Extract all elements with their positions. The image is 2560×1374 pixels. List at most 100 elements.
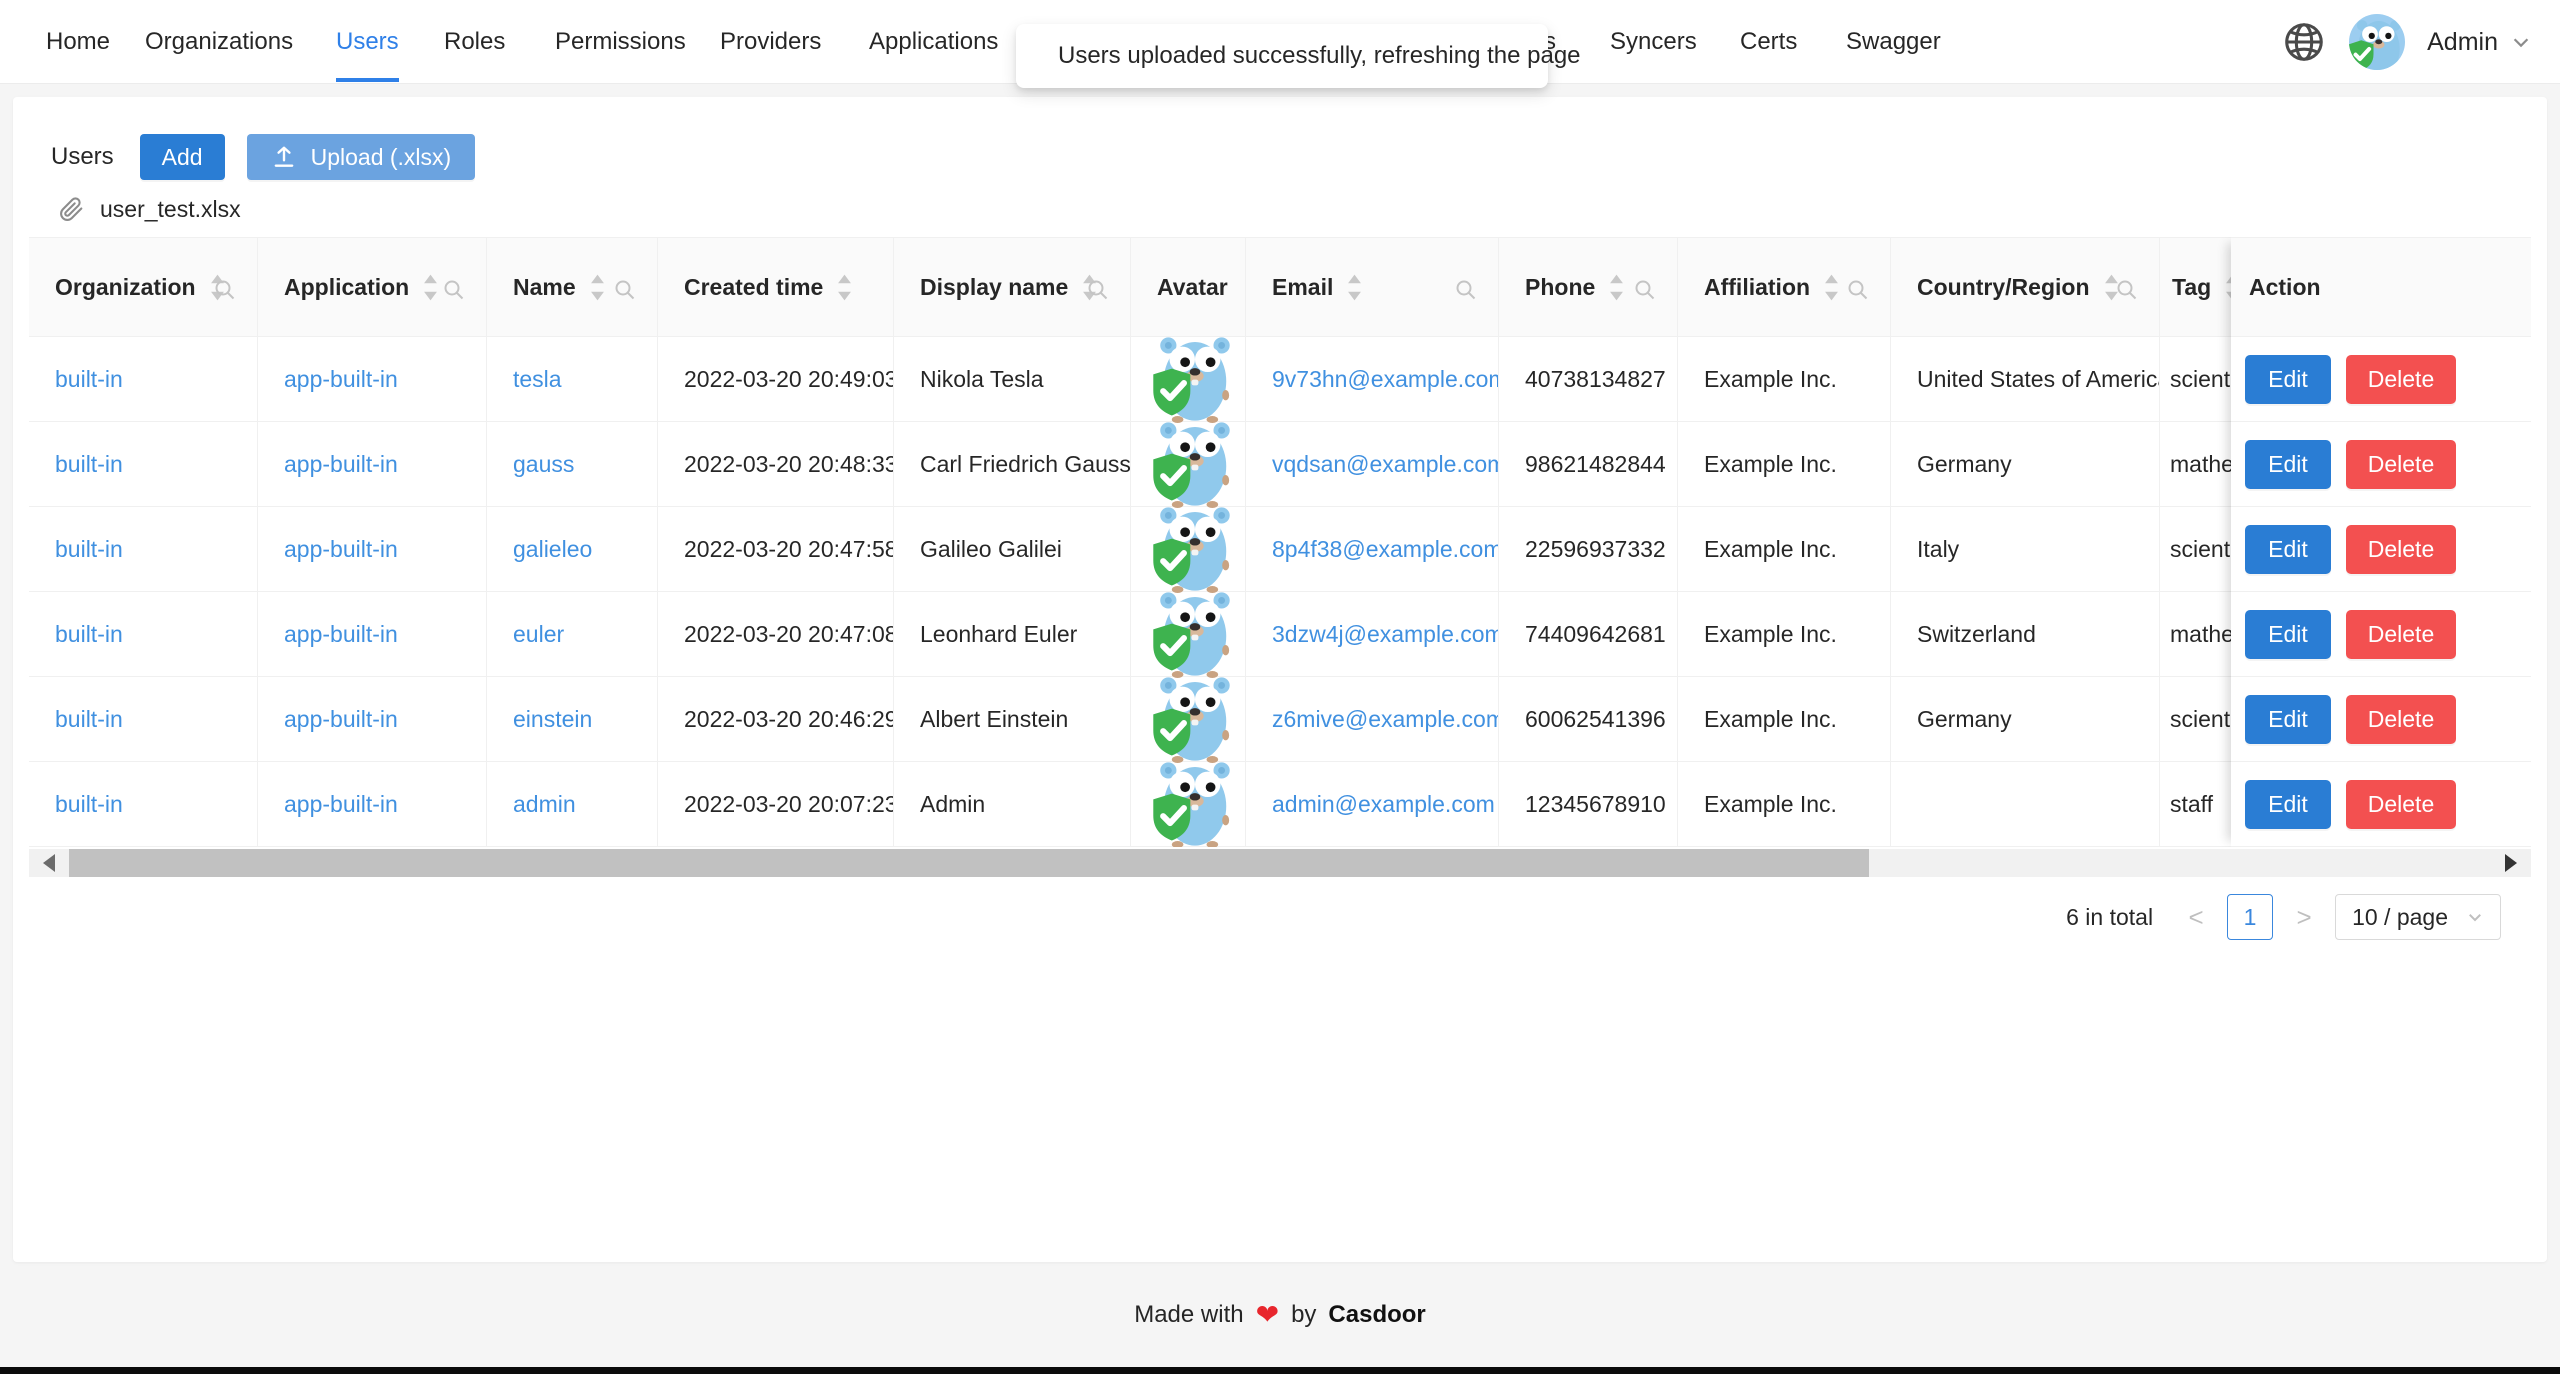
action-cell: Edit Delete — [2231, 762, 2531, 847]
add-button[interactable]: Add — [139, 134, 225, 180]
footer-brand-link[interactable]: Casdoor — [1328, 1301, 1425, 1329]
nav-item-swagger[interactable]: Swagger — [1846, 0, 1941, 84]
edit-button[interactable]: Edit — [2245, 439, 2331, 489]
email-link[interactable]: 8p4f38@example.com — [1272, 536, 1498, 563]
cell-affiliation: Example Inc. — [1678, 592, 1891, 676]
page-size-select[interactable]: 10 / page — [2335, 894, 2501, 940]
delete-button[interactable]: Delete — [2346, 694, 2456, 744]
pagination-page-1[interactable]: 1 — [2227, 894, 2274, 940]
organization-link[interactable]: built-in — [55, 621, 123, 648]
delete-button[interactable]: Delete — [2346, 524, 2456, 574]
column-header-application[interactable]: Application — [258, 238, 487, 336]
action-cell: Edit Delete — [2231, 337, 2531, 422]
toast-message: Users uploaded successfully, refreshing … — [1058, 42, 1581, 69]
cell-country — [1891, 762, 2160, 846]
email-link[interactable]: 3dzw4j@example.com — [1272, 621, 1498, 648]
delete-button[interactable]: Delete — [2346, 354, 2456, 404]
cell-email: 8p4f38@example.com — [1246, 507, 1499, 591]
column-header-affiliation[interactable]: Affiliation — [1678, 238, 1891, 336]
column-header-country[interactable]: Country/Region — [1891, 238, 2160, 336]
delete-button[interactable]: Delete — [2346, 609, 2456, 659]
uploaded-file-name[interactable]: user_test.xlsx — [100, 196, 241, 223]
pagination-next[interactable]: > — [2289, 902, 2319, 933]
nav-item-applications[interactable]: Applications — [869, 0, 998, 84]
name-link[interactable]: einstein — [513, 706, 592, 733]
search-icon[interactable] — [1633, 278, 1657, 308]
scroll-left-arrow[interactable] — [29, 849, 69, 877]
sort-carets-icon[interactable] — [837, 274, 852, 301]
delete-button[interactable]: Delete — [2346, 439, 2456, 489]
search-icon[interactable] — [613, 278, 637, 308]
name-link[interactable]: admin — [513, 791, 576, 818]
edit-button[interactable]: Edit — [2245, 779, 2331, 829]
search-icon[interactable] — [442, 278, 466, 308]
nav-item-home[interactable]: Home — [46, 0, 110, 84]
pagination-prev[interactable]: < — [2181, 902, 2211, 933]
cell-created_time: 2022-03-20 20:47:08 — [658, 592, 894, 676]
nav-item-organizations[interactable]: Organizations — [145, 0, 293, 84]
pagination: 6 in total < 1 > 10 / page — [29, 894, 2531, 940]
column-header-email[interactable]: Email — [1246, 238, 1499, 336]
edit-button[interactable]: Edit — [2245, 609, 2331, 659]
scrollbar-thumb[interactable] — [69, 849, 1869, 877]
email-link[interactable]: z6mive@example.com — [1272, 706, 1498, 733]
cell-display_name: Admin — [894, 762, 1131, 846]
scroll-right-arrow[interactable] — [2491, 849, 2531, 877]
application-link[interactable]: app-built-in — [284, 366, 398, 393]
column-header-display_name[interactable]: Display name — [894, 238, 1131, 336]
name-link[interactable]: euler — [513, 621, 564, 648]
name-link[interactable]: tesla — [513, 366, 562, 393]
application-link[interactable]: app-built-in — [284, 451, 398, 478]
edit-button[interactable]: Edit — [2245, 354, 2331, 404]
edit-button[interactable]: Edit — [2245, 524, 2331, 574]
nav-item-syncers[interactable]: Syncers — [1610, 0, 1697, 84]
delete-button[interactable]: Delete — [2346, 779, 2456, 829]
upload-button[interactable]: Upload (.xlsx) — [246, 134, 476, 180]
organization-link[interactable]: built-in — [55, 791, 123, 818]
toast-notification: Users uploaded successfully, refreshing … — [1016, 24, 1581, 88]
cell-application: app-built-in — [258, 762, 487, 846]
sort-carets-icon[interactable] — [590, 274, 605, 301]
user-avatar[interactable] — [2349, 14, 2406, 70]
paperclip-icon — [60, 196, 83, 221]
name-link[interactable]: gauss — [513, 451, 574, 478]
organization-link[interactable]: built-in — [55, 706, 123, 733]
nav-item-users[interactable]: Users — [336, 0, 399, 84]
application-link[interactable]: app-built-in — [284, 706, 398, 733]
application-link[interactable]: app-built-in — [284, 621, 398, 648]
search-icon[interactable] — [1846, 278, 1870, 308]
nav-item-providers[interactable]: Providers — [720, 0, 821, 84]
email-link[interactable]: 9v73hn@example.com — [1272, 366, 1498, 393]
sort-carets-icon[interactable] — [1347, 274, 1362, 301]
application-link[interactable]: app-built-in — [284, 536, 398, 563]
column-header-phone[interactable]: Phone — [1499, 238, 1678, 336]
table-scroll-content: Organization Application Name Created ti… — [29, 237, 2531, 847]
column-header-created_time[interactable]: Created time — [658, 238, 894, 336]
heart-icon: ❤ — [1255, 1298, 1280, 1330]
sort-carets-icon[interactable] — [1609, 274, 1624, 301]
search-icon[interactable] — [2115, 278, 2139, 308]
cell-organization: built-in — [29, 762, 258, 846]
sort-carets-icon[interactable] — [423, 274, 438, 301]
column-header-organization[interactable]: Organization — [29, 238, 258, 336]
search-icon[interactable] — [1086, 278, 1110, 308]
organization-link[interactable]: built-in — [55, 366, 123, 393]
nav-item-certs[interactable]: Certs — [1740, 0, 1797, 84]
avatar-cell — [1131, 337, 1246, 423]
organization-link[interactable]: built-in — [55, 536, 123, 563]
search-icon[interactable] — [1454, 278, 1478, 308]
name-link[interactable]: galieleo — [513, 536, 592, 563]
account-menu[interactable]: Admin — [2427, 28, 2532, 57]
edit-button[interactable]: Edit — [2245, 694, 2331, 744]
horizontal-scrollbar[interactable] — [29, 849, 2531, 877]
search-icon[interactable] — [213, 278, 237, 308]
email-link[interactable]: vqdsan@example.com — [1272, 451, 1498, 478]
globe-icon[interactable] — [2281, 19, 2327, 65]
organization-link[interactable]: built-in — [55, 451, 123, 478]
sort-carets-icon[interactable] — [1824, 274, 1839, 301]
email-link[interactable]: admin@example.com — [1272, 791, 1495, 818]
application-link[interactable]: app-built-in — [284, 791, 398, 818]
column-header-name[interactable]: Name — [487, 238, 658, 336]
nav-item-permissions[interactable]: Permissions — [555, 0, 686, 84]
nav-item-roles[interactable]: Roles — [444, 0, 505, 84]
